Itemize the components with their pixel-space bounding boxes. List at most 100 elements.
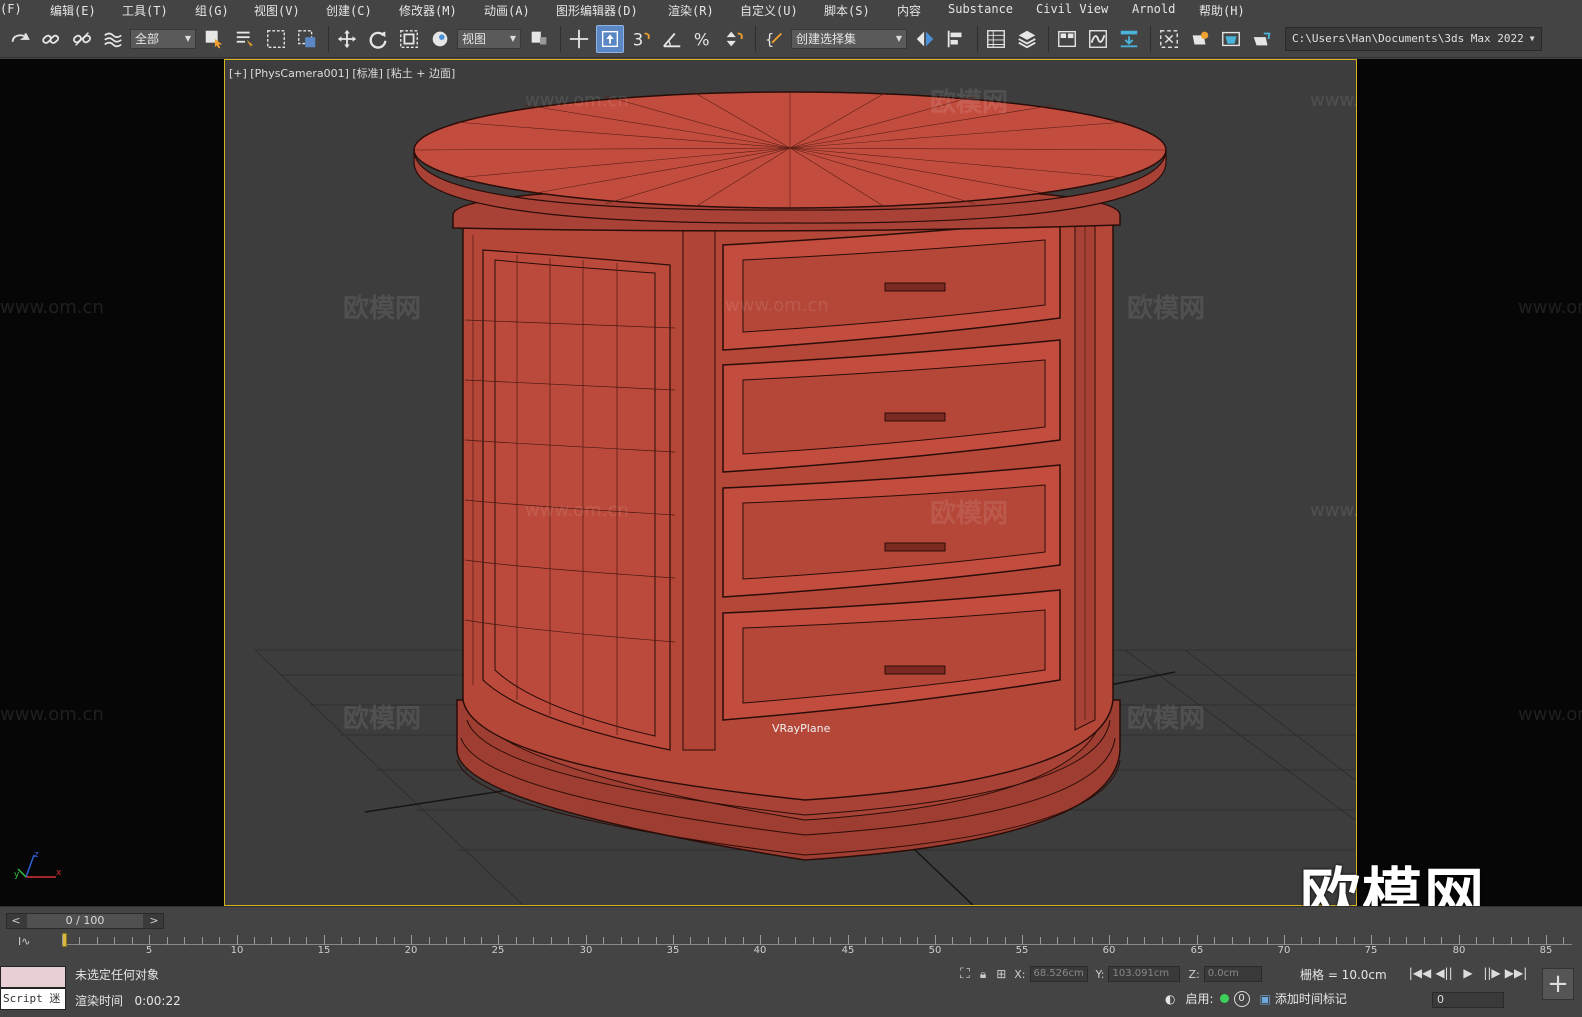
add-time-tag[interactable]: 添加时间标记	[1275, 990, 1347, 1007]
selection-status: 未选定任何对象	[75, 968, 160, 982]
selection-filter-dropdown[interactable]: 全部 ▼	[130, 28, 196, 49]
svg-text:{: {	[765, 31, 774, 48]
select-by-name-icon[interactable]	[231, 25, 259, 53]
rendered-frame-window-icon[interactable]	[1217, 25, 1245, 53]
select-manipulate-icon[interactable]	[565, 25, 593, 53]
menu-item[interactable]: Substance	[948, 2, 1013, 16]
y-coord-field[interactable]: 103.091cm	[1108, 966, 1181, 982]
menu-item[interactable]: 脚本(S)	[824, 2, 870, 19]
schematic-view-icon[interactable]	[1115, 25, 1143, 53]
menu-item[interactable]: 修改器(M)	[399, 2, 457, 19]
timeline-tick	[446, 937, 447, 945]
menu-item[interactable]: 渲染(R)	[668, 2, 714, 19]
menu-item[interactable]: 创建(C)	[326, 2, 372, 19]
scene-explorer-icon[interactable]	[982, 25, 1010, 53]
mini-curve-editor-icon[interactable]: I∿	[18, 935, 40, 951]
keyboard-shortcut-override-icon[interactable]	[596, 24, 624, 53]
x-coord-field[interactable]: 68.526cm	[1029, 966, 1088, 982]
current-frame-field[interactable]: 0	[1432, 992, 1504, 1008]
menu-item[interactable]: 自定义(U)	[740, 2, 798, 19]
spinner-snap-icon[interactable]	[720, 25, 748, 53]
camera-viewport[interactable]: [+] [PhysCamera001] [标准] [粘土 + 边面] www.o…	[224, 59, 1357, 906]
named-selection-dropdown[interactable]: 创建选择集 ▼	[791, 28, 907, 49]
percent-snap-icon[interactable]: %	[689, 25, 717, 53]
render-setup-icon[interactable]	[1186, 25, 1214, 53]
menu-item[interactable]: 工具(T)	[122, 2, 168, 19]
next-frame-icon[interactable]: ||▶	[1480, 963, 1504, 983]
menu-item[interactable]: Arnold	[1132, 2, 1175, 16]
bind-spacewarp-icon[interactable]	[99, 25, 127, 53]
unlink-icon[interactable]	[68, 25, 96, 53]
angle-snap-icon[interactable]	[658, 25, 686, 53]
rotate-icon[interactable]	[364, 25, 392, 53]
timeline-tick	[795, 937, 796, 945]
watermark-url: www.om.cn	[1518, 704, 1582, 725]
time-tag-icon[interactable]: ▣	[1260, 992, 1271, 1006]
menu-item[interactable]: 内容	[897, 2, 921, 19]
render-production-icon[interactable]	[1248, 25, 1276, 53]
timeline-tick	[586, 935, 587, 945]
absolute-mode-icon[interactable]: ⊞	[996, 967, 1006, 981]
next-frame-arrow-icon[interactable]: >	[147, 914, 161, 928]
edit-named-selection-icon[interactable]: {	[760, 25, 788, 53]
curve-editor-icon[interactable]	[1084, 25, 1112, 53]
timeline-tick	[1144, 937, 1145, 945]
ribbon-toggle-icon[interactable]	[1053, 25, 1081, 53]
material-editor-icon[interactable]	[1155, 25, 1183, 53]
timeline-tick	[114, 937, 115, 945]
svg-text:y: y	[14, 870, 20, 880]
scale-icon[interactable]	[395, 25, 423, 53]
maxscript-input[interactable]: Script 迷	[0, 988, 66, 1010]
previous-frame-icon[interactable]: ◀||	[1432, 963, 1456, 983]
link-icon[interactable]	[37, 25, 65, 53]
menu-item[interactable]: 编辑(E)	[50, 2, 96, 19]
project-path-field[interactable]: C:\Users\Han\Documents\3ds Max 2022 ▼	[1285, 26, 1542, 51]
menu-item[interactable]: 视图(V)	[254, 2, 300, 19]
redo-icon[interactable]	[6, 25, 34, 53]
enable-count[interactable]: 0	[1233, 990, 1250, 1007]
timeline-tick	[1232, 937, 1233, 945]
place-icon[interactable]	[426, 25, 454, 53]
time-slider[interactable]: < 0 / 100 >	[6, 913, 164, 929]
isolate-icon[interactable]: ⛶	[960, 966, 970, 982]
menu-item[interactable]: 动画(A)	[484, 2, 530, 19]
timeline-tick	[830, 937, 831, 945]
timeline-tick	[394, 937, 395, 945]
snaps-toggle-icon[interactable]: 3	[627, 25, 655, 53]
lock-selection-icon[interactable]: 🔒︎	[980, 967, 986, 982]
vrayplane-label[interactable]: VRayPlane	[772, 722, 830, 735]
z-coord-field[interactable]: 0.0cm	[1203, 966, 1262, 982]
add-icon[interactable]: +	[1542, 968, 1574, 1000]
select-object-icon[interactable]	[200, 25, 228, 53]
menu-item[interactable]: Civil View	[1036, 2, 1108, 16]
timeline-tick	[62, 935, 63, 945]
menu-item[interactable]: (F)	[0, 2, 22, 16]
align-icon[interactable]	[942, 25, 970, 53]
timeline-tick	[306, 937, 307, 945]
mirror-icon[interactable]	[911, 25, 939, 53]
adaptive-degradation-icon[interactable]: ◐	[1165, 992, 1175, 1006]
pivot-center-icon[interactable]	[525, 25, 553, 53]
move-icon[interactable]	[333, 25, 361, 53]
menu-item[interactable]: 图形编辑器(D)	[556, 2, 638, 19]
timeline-track[interactable]: 5 10 15 20 25 30 35 40 45 50 55 60 65 70 75 80 85	[62, 933, 1572, 956]
window-crossing-icon[interactable]	[293, 25, 321, 53]
timeline-tick-label: 55	[1015, 945, 1029, 956]
timeline-tick	[1528, 937, 1529, 945]
go-to-start-icon[interactable]: |◀◀	[1408, 963, 1432, 983]
menu-item[interactable]: 帮助(H)	[1199, 2, 1245, 19]
maxscript-output[interactable]	[0, 966, 66, 988]
reference-coord-dropdown[interactable]: 视图 ▼	[457, 28, 521, 49]
timeline-tick	[725, 937, 726, 945]
menu-item[interactable]: 组(G)	[195, 2, 229, 19]
timeline-tick	[778, 937, 779, 945]
maxscript-listener[interactable]: Script 迷	[0, 966, 66, 1012]
toolbar-separator	[1048, 25, 1049, 52]
layer-explorer-icon[interactable]	[1013, 25, 1041, 53]
timeline-tick	[219, 937, 220, 945]
timeline-tick	[271, 937, 272, 945]
rect-selection-icon[interactable]	[262, 25, 290, 53]
go-to-end-icon[interactable]: ▶▶|	[1504, 963, 1528, 983]
prev-frame-arrow-icon[interactable]: <	[9, 914, 23, 928]
play-icon[interactable]: ▶	[1456, 963, 1480, 983]
